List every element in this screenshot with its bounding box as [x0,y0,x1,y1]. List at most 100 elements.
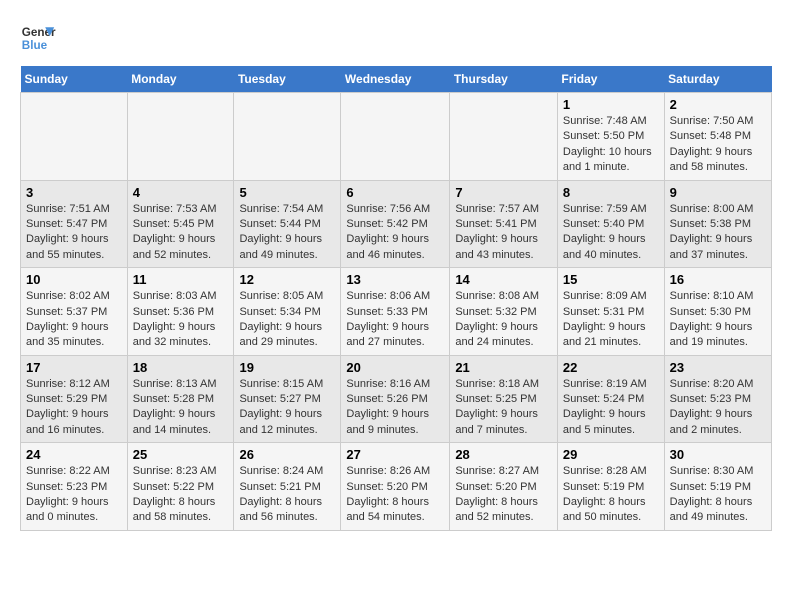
day-of-week-header: Wednesday [341,66,450,93]
day-info: Sunrise: 7:48 AM Sunset: 5:50 PM Dayligh… [563,114,659,176]
day-info: Sunrise: 8:16 AM Sunset: 5:26 PM Dayligh… [346,377,444,439]
day-number: 14 [455,272,552,287]
calendar-week-row: 3 Sunrise: 7:51 AM Sunset: 5:47 PM Daylig… [21,180,772,268]
logo: General Blue [20,20,56,56]
day-info: Sunrise: 8:28 AM Sunset: 5:19 PM Dayligh… [563,464,659,526]
day-number: 29 [563,447,659,462]
calendar-cell: 30 Sunrise: 8:30 AM Sunset: 5:19 PM Dayli… [664,443,771,531]
day-info: Sunrise: 7:56 AM Sunset: 5:42 PM Dayligh… [346,202,444,264]
day-number: 2 [670,97,766,112]
day-of-week-header: Saturday [664,66,771,93]
day-info: Sunrise: 7:51 AM Sunset: 5:47 PM Dayligh… [26,202,122,264]
logo-icon: General Blue [20,20,56,56]
day-info: Sunrise: 8:03 AM Sunset: 5:36 PM Dayligh… [133,289,229,351]
day-of-week-header: Thursday [450,66,558,93]
day-info: Sunrise: 8:22 AM Sunset: 5:23 PM Dayligh… [26,464,122,526]
calendar-cell [450,93,558,181]
day-number: 15 [563,272,659,287]
calendar-cell: 29 Sunrise: 8:28 AM Sunset: 5:19 PM Dayli… [557,443,664,531]
day-info: Sunrise: 8:12 AM Sunset: 5:29 PM Dayligh… [26,377,122,439]
day-info: Sunrise: 8:09 AM Sunset: 5:31 PM Dayligh… [563,289,659,351]
day-number: 7 [455,185,552,200]
day-info: Sunrise: 8:08 AM Sunset: 5:32 PM Dayligh… [455,289,552,351]
day-info: Sunrise: 8:00 AM Sunset: 5:38 PM Dayligh… [670,202,766,264]
day-of-week-header: Tuesday [234,66,341,93]
day-of-week-header: Sunday [21,66,128,93]
svg-text:Blue: Blue [22,39,48,52]
calendar-cell: 19 Sunrise: 8:15 AM Sunset: 5:27 PM Dayli… [234,355,341,443]
page-header: General Blue [20,20,772,56]
calendar-cell: 8Sunrise: 7:59 AM Sunset: 5:40 PM Daylig… [557,180,664,268]
calendar-week-row: 24 Sunrise: 8:22 AM Sunset: 5:23 PM Dayli… [21,443,772,531]
day-info: Sunrise: 8:10 AM Sunset: 5:30 PM Dayligh… [670,289,766,351]
day-info: Sunrise: 8:13 AM Sunset: 5:28 PM Dayligh… [133,377,229,439]
day-number: 5 [239,185,335,200]
calendar-cell: 6 Sunrise: 7:56 AM Sunset: 5:42 PM Daylig… [341,180,450,268]
calendar-cell: 4Sunrise: 7:53 AM Sunset: 5:45 PM Daylig… [127,180,234,268]
calendar-cell: 22Sunrise: 8:19 AM Sunset: 5:24 PM Dayli… [557,355,664,443]
day-number: 28 [455,447,552,462]
calendar-cell: 28 Sunrise: 8:27 AM Sunset: 5:20 PM Dayli… [450,443,558,531]
calendar-cell: 26Sunrise: 8:24 AM Sunset: 5:21 PM Dayli… [234,443,341,531]
calendar-cell: 3 Sunrise: 7:51 AM Sunset: 5:47 PM Daylig… [21,180,128,268]
day-info: Sunrise: 8:15 AM Sunset: 5:27 PM Dayligh… [239,377,335,439]
calendar-week-row: 10 Sunrise: 8:02 AM Sunset: 5:37 PM Dayli… [21,268,772,356]
calendar-cell: 15 Sunrise: 8:09 AM Sunset: 5:31 PM Dayli… [557,268,664,356]
day-number: 10 [26,272,122,287]
day-number: 22 [563,360,659,375]
day-number: 6 [346,185,444,200]
day-number: 16 [670,272,766,287]
day-number: 18 [133,360,229,375]
day-number: 21 [455,360,552,375]
calendar-cell: 14 Sunrise: 8:08 AM Sunset: 5:32 PM Dayli… [450,268,558,356]
day-number: 17 [26,360,122,375]
calendar-cell: 18 Sunrise: 8:13 AM Sunset: 5:28 PM Dayli… [127,355,234,443]
calendar-cell: 11Sunrise: 8:03 AM Sunset: 5:36 PM Dayli… [127,268,234,356]
calendar-cell: 23Sunrise: 8:20 AM Sunset: 5:23 PM Dayli… [664,355,771,443]
calendar-cell: 12 Sunrise: 8:05 AM Sunset: 5:34 PM Dayli… [234,268,341,356]
day-info: Sunrise: 7:50 AM Sunset: 5:48 PM Dayligh… [670,114,766,176]
day-info: Sunrise: 8:27 AM Sunset: 5:20 PM Dayligh… [455,464,552,526]
calendar-header-row: SundayMondayTuesdayWednesdayThursdayFrid… [21,66,772,93]
calendar-cell: 21 Sunrise: 8:18 AM Sunset: 5:25 PM Dayli… [450,355,558,443]
calendar-cell [234,93,341,181]
calendar-cell: 2 Sunrise: 7:50 AM Sunset: 5:48 PM Daylig… [664,93,771,181]
calendar-cell: 25 Sunrise: 8:23 AM Sunset: 5:22 PM Dayli… [127,443,234,531]
day-of-week-header: Monday [127,66,234,93]
day-info: Sunrise: 7:54 AM Sunset: 5:44 PM Dayligh… [239,202,335,264]
day-of-week-header: Friday [557,66,664,93]
day-info: Sunrise: 8:05 AM Sunset: 5:34 PM Dayligh… [239,289,335,351]
calendar-cell: 27 Sunrise: 8:26 AM Sunset: 5:20 PM Dayli… [341,443,450,531]
day-number: 19 [239,360,335,375]
day-info: Sunrise: 7:57 AM Sunset: 5:41 PM Dayligh… [455,202,552,264]
calendar-cell [127,93,234,181]
day-info: Sunrise: 8:23 AM Sunset: 5:22 PM Dayligh… [133,464,229,526]
calendar-cell: 10 Sunrise: 8:02 AM Sunset: 5:37 PM Dayli… [21,268,128,356]
day-number: 25 [133,447,229,462]
calendar-week-row: 1 Sunrise: 7:48 AM Sunset: 5:50 PM Daylig… [21,93,772,181]
calendar-cell [341,93,450,181]
day-number: 12 [239,272,335,287]
calendar-cell: 16 Sunrise: 8:10 AM Sunset: 5:30 PM Dayli… [664,268,771,356]
day-info: Sunrise: 8:02 AM Sunset: 5:37 PM Dayligh… [26,289,122,351]
day-number: 8 [563,185,659,200]
calendar-cell: 9 Sunrise: 8:00 AM Sunset: 5:38 PM Daylig… [664,180,771,268]
day-number: 27 [346,447,444,462]
calendar-cell: 24 Sunrise: 8:22 AM Sunset: 5:23 PM Dayli… [21,443,128,531]
day-number: 9 [670,185,766,200]
calendar-cell: 20Sunrise: 8:16 AM Sunset: 5:26 PM Dayli… [341,355,450,443]
calendar-week-row: 17 Sunrise: 8:12 AM Sunset: 5:29 PM Dayli… [21,355,772,443]
day-info: Sunrise: 8:30 AM Sunset: 5:19 PM Dayligh… [670,464,766,526]
day-info: Sunrise: 8:26 AM Sunset: 5:20 PM Dayligh… [346,464,444,526]
day-info: Sunrise: 8:18 AM Sunset: 5:25 PM Dayligh… [455,377,552,439]
day-number: 3 [26,185,122,200]
calendar-cell [21,93,128,181]
day-number: 24 [26,447,122,462]
calendar-table: SundayMondayTuesdayWednesdayThursdayFrid… [20,66,772,531]
calendar-cell: 7 Sunrise: 7:57 AM Sunset: 5:41 PM Daylig… [450,180,558,268]
day-number: 1 [563,97,659,112]
calendar-cell: 1 Sunrise: 7:48 AM Sunset: 5:50 PM Daylig… [557,93,664,181]
calendar-cell: 13Sunrise: 8:06 AM Sunset: 5:33 PM Dayli… [341,268,450,356]
day-info: Sunrise: 8:20 AM Sunset: 5:23 PM Dayligh… [670,377,766,439]
day-number: 30 [670,447,766,462]
